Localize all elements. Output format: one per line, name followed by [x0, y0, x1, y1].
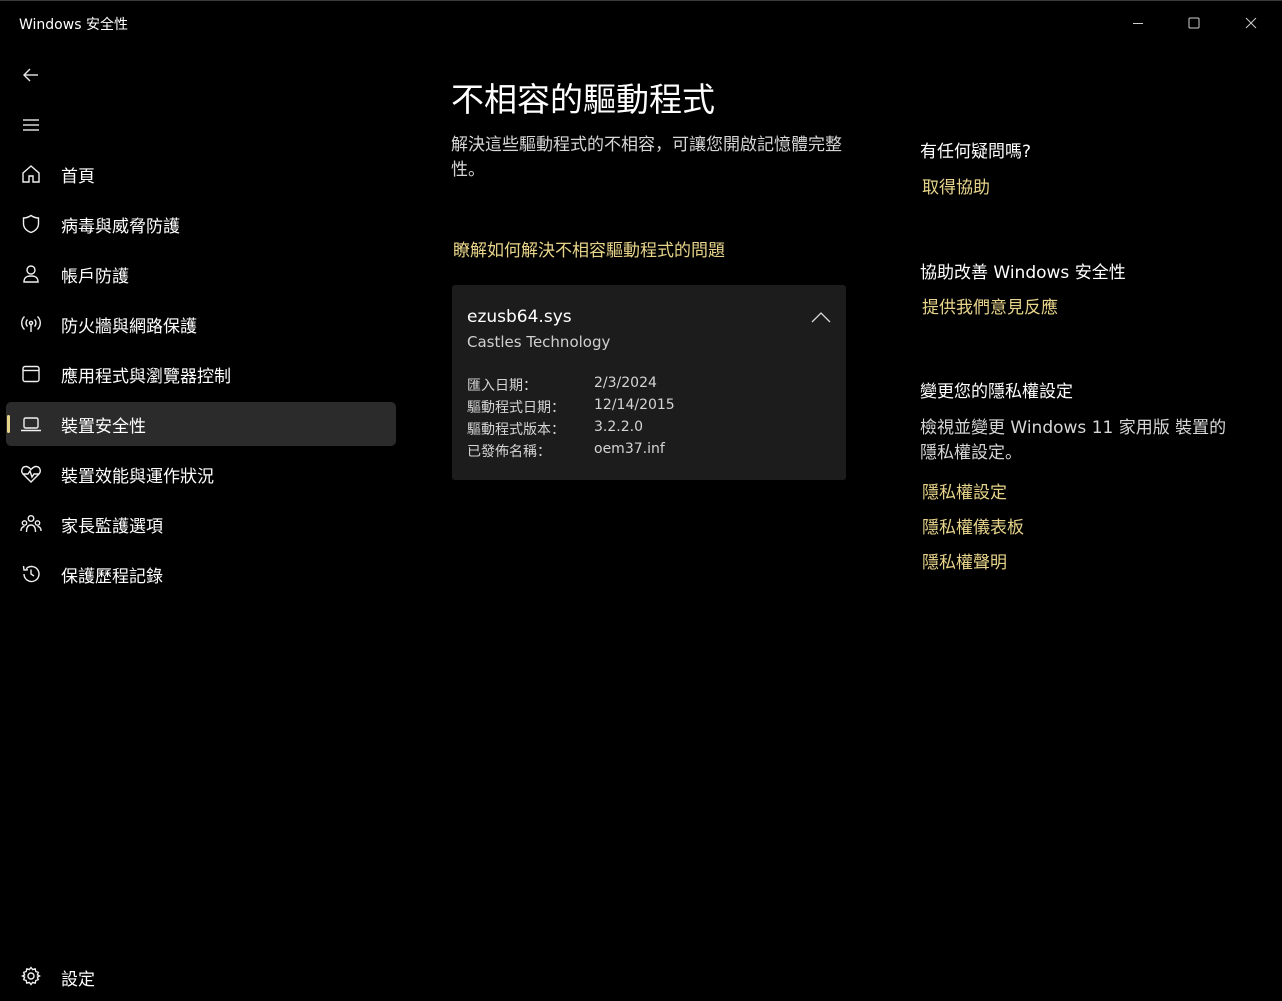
back-button[interactable] [14, 58, 48, 92]
sidebar-item-app-browser-control[interactable]: 應用程式與瀏覽器控制 [6, 352, 396, 396]
detail-key: 驅動程式日期： [467, 400, 565, 416]
driver-card: ezusb64.sys Castles Technology 匯入日期： 2/3… [452, 285, 846, 480]
minimize-button[interactable] [1115, 7, 1161, 39]
laptop-icon [20, 413, 42, 435]
sidebar-item-label: 裝置效能與運作狀況 [61, 466, 214, 487]
privacy-settings-link[interactable]: 隱私權設定 [922, 478, 1007, 503]
page-description: 解決這些驅動程式的不相容，可讓您開啟記憶體完整性。 [451, 135, 842, 180]
selection-indicator [7, 415, 10, 433]
sidebar-item-label: 病毒與威脅防護 [61, 216, 180, 237]
maximize-button[interactable] [1171, 7, 1217, 39]
sidebar-item-label: 防火牆與網路保護 [61, 316, 197, 337]
help-heading: 有任何疑問嗎? [920, 142, 1032, 162]
learn-more-link[interactable]: 瞭解如何解決不相容驅動程式的問題 [453, 236, 725, 261]
sidebar-item-device-security[interactable]: 裝置安全性 [6, 402, 396, 446]
person-icon [20, 263, 42, 285]
settings-label: 設定 [61, 970, 95, 990]
sidebar-item-settings[interactable]: 設定 [6, 954, 396, 998]
minimize-icon [1133, 23, 1143, 24]
sidebar-item-virus-protection[interactable]: 病毒與威脅防護 [6, 202, 396, 246]
detail-key: 已發佈名稱： [467, 444, 551, 460]
get-help-link[interactable]: 取得協助 [922, 173, 990, 198]
driver-vendor: Castles Technology [467, 333, 611, 351]
history-icon [20, 563, 42, 585]
back-arrow-icon [23, 68, 38, 82]
privacy-heading: 變更您的隱私權設定 [920, 382, 1073, 402]
app-window: Windows 安全性 首頁 病毒與威脅防護 帳戶防護 防火牆與網路保護 應用程… [0, 0, 1282, 1001]
sidebar-item-home[interactable]: 首頁 [6, 152, 396, 196]
heart-pulse-icon [20, 463, 42, 485]
hamburger-menu-icon [23, 119, 39, 131]
sidebar-item-account-protection[interactable]: 帳戶防護 [6, 252, 396, 296]
sidebar-item-label: 家長監護選項 [61, 516, 163, 537]
sidebar-item-label: 應用程式與瀏覽器控制 [61, 366, 231, 387]
detail-value: oem37.inf [594, 441, 665, 457]
title-bar: Windows 安全性 [0, 1, 1282, 45]
close-button[interactable] [1228, 7, 1274, 39]
feedback-link[interactable]: 提供我們意見反應 [922, 293, 1058, 318]
maximize-icon [1188, 17, 1200, 29]
family-icon [20, 513, 42, 535]
sidebar-item-label: 保護歷程記錄 [61, 566, 163, 587]
detail-value: 12/14/2015 [594, 397, 675, 413]
detail-key: 驅動程式版本： [467, 422, 565, 438]
app-title: Windows 安全性 [19, 17, 128, 33]
sidebar-item-device-performance[interactable]: 裝置效能與運作狀況 [6, 452, 396, 496]
wireless-icon [20, 313, 42, 335]
driver-name: ezusb64.sys [467, 307, 572, 327]
detail-value: 3.2.2.0 [594, 419, 643, 435]
sidebar-item-label: 裝置安全性 [61, 416, 146, 437]
home-icon [20, 163, 42, 185]
chevron-up-icon [811, 312, 831, 323]
app-window-icon [20, 363, 42, 385]
gear-icon [20, 965, 42, 987]
menu-button[interactable] [14, 108, 48, 142]
sidebar-item-label: 首頁 [61, 166, 95, 187]
privacy-dashboard-link[interactable]: 隱私權儀表板 [922, 513, 1024, 538]
detail-key: 匯入日期： [467, 378, 537, 394]
detail-value: 2/3/2024 [594, 375, 657, 391]
privacy-description: 檢視並變更 Windows 11 家用版 裝置的隱私權設定。 [920, 418, 1227, 463]
improve-heading: 協助改善 Windows 安全性 [920, 263, 1126, 283]
sidebar-item-protection-history[interactable]: 保護歷程記錄 [6, 552, 396, 596]
privacy-statement-link[interactable]: 隱私權聲明 [922, 548, 1007, 573]
shield-icon [20, 213, 42, 235]
close-icon [1245, 17, 1257, 29]
sidebar-item-label: 帳戶防護 [61, 266, 129, 287]
page-title: 不相容的驅動程式 [451, 80, 715, 119]
sidebar-item-firewall[interactable]: 防火牆與網路保護 [6, 302, 396, 346]
sidebar-item-family-options[interactable]: 家長監護選項 [6, 502, 396, 546]
collapse-button[interactable] [808, 307, 834, 327]
